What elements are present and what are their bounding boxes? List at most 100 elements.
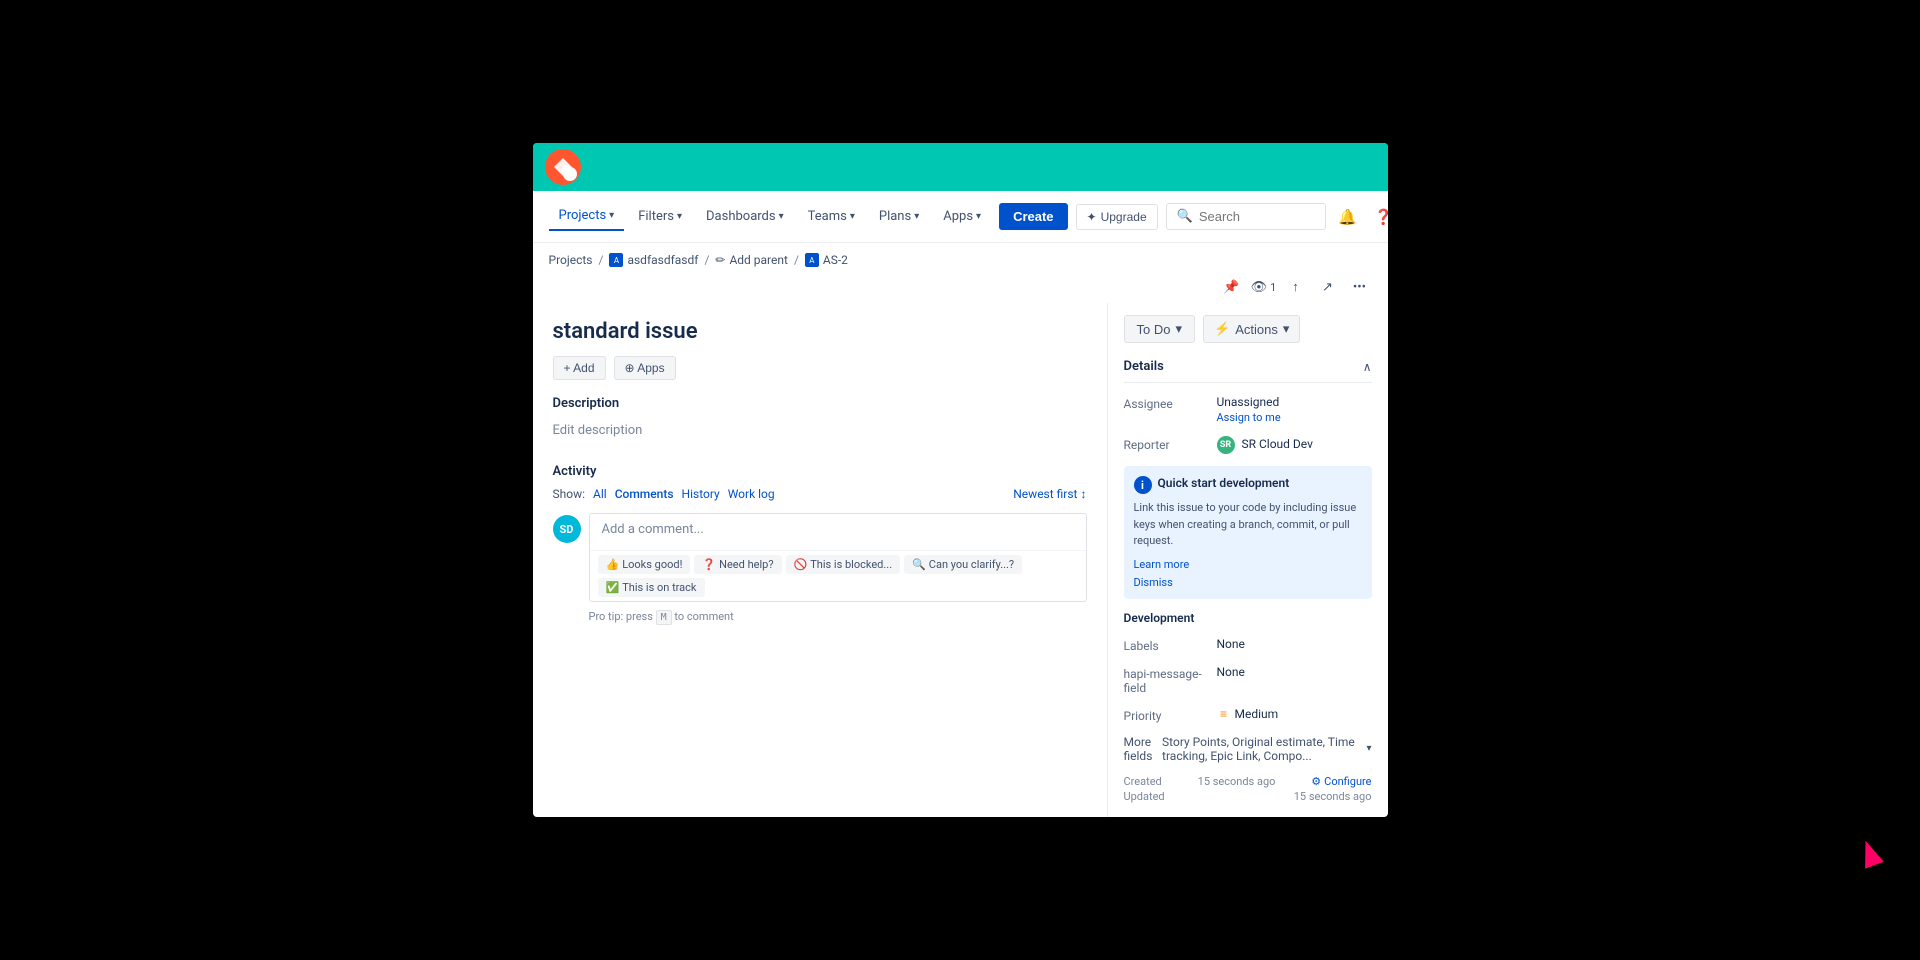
main-content: standard issue + Add ⊕ Apps Description … (533, 303, 1388, 817)
configure-icon: ⚙ (1311, 775, 1321, 788)
learn-more-link[interactable]: Learn more (1134, 558, 1190, 571)
search-icon: 🔍 (1177, 209, 1193, 224)
created-value: 15 seconds ago (1198, 775, 1276, 788)
quick-start-icon: i (1134, 476, 1152, 494)
status-button[interactable]: To Do ▾ (1124, 315, 1196, 343)
suggestion-need-help[interactable]: ❓ Need help? (694, 555, 781, 574)
issue-actions-row: + Add ⊕ Apps (553, 356, 1087, 380)
development-title: Development (1124, 611, 1372, 625)
jira-logo[interactable] (545, 149, 581, 185)
assignee-label: Assignee (1124, 395, 1209, 411)
hapi-value: None (1217, 665, 1372, 679)
pin-button[interactable]: 📌 (1220, 275, 1244, 299)
filter-history[interactable]: History (682, 487, 720, 501)
comment-input[interactable]: Add a comment... (590, 514, 1086, 550)
description-section-title: Description (553, 396, 1087, 411)
quick-start-box: i Quick start development Link this issu… (1124, 466, 1372, 599)
comment-avatar: SD (553, 515, 581, 543)
add-button[interactable]: + Add (553, 356, 606, 380)
suggestion-blocked[interactable]: 🚫 This is blocked... (786, 555, 901, 574)
configure-link[interactable]: ⚙ Configure (1311, 775, 1371, 788)
quick-start-desc: Link this issue to your code by includin… (1134, 500, 1362, 550)
dashboards-chevron-icon: ▾ (779, 211, 784, 222)
create-button[interactable]: Create (999, 203, 1067, 230)
edit-description[interactable]: Edit description (553, 417, 1087, 444)
filter-all[interactable]: All (593, 487, 607, 501)
upgrade-button[interactable]: ✦ Upgrade (1076, 204, 1158, 230)
apps-chevron-icon: ▾ (976, 211, 981, 222)
suggestion-clarify[interactable]: 🔍 Can you clarify...? (904, 555, 1022, 574)
top-bar (533, 143, 1388, 191)
more-button[interactable]: ••• (1348, 275, 1372, 299)
nav-projects[interactable]: Projects ▾ (549, 202, 625, 231)
nav-bar: Projects ▾ Filters ▾ Dashboards ▾ Teams … (533, 191, 1388, 243)
nav-teams[interactable]: Teams ▾ (798, 203, 865, 230)
project-icon: A (609, 253, 623, 267)
suggestion-on-track[interactable]: ✅ This is on track (598, 578, 705, 597)
created-row: Created 15 seconds ago ⚙ Configure (1124, 775, 1372, 788)
quick-start-links: Learn more (1134, 556, 1362, 572)
details-header: Details ∧ (1124, 359, 1372, 383)
details-title: Details (1124, 359, 1164, 374)
suggestion-looks-good[interactable]: 👍 Looks good! (598, 555, 691, 574)
issue-icon: A (805, 253, 819, 267)
vote-button[interactable]: ↑ (1284, 275, 1308, 299)
dismiss-link[interactable]: Dismiss (1134, 576, 1362, 589)
breadcrumb-add-parent[interactable]: ✏ Add parent (715, 253, 788, 267)
sort-icon: ↕ (1081, 487, 1087, 501)
apps-button[interactable]: ⊕ Apps (614, 356, 676, 380)
watch-button[interactable]: 👁 1 (1252, 275, 1276, 299)
reporter-value: SR SR Cloud Dev (1217, 436, 1372, 454)
nav-dashboards[interactable]: Dashboards ▾ (696, 203, 794, 230)
comment-suggestions: 👍 Looks good! ❓ Need help? 🚫 This is blo… (590, 550, 1086, 601)
help-button[interactable]: ❓ (1370, 203, 1388, 231)
reporter-row: Reporter SR SR Cloud Dev (1124, 436, 1372, 454)
issue-right: To Do ▾ ⚡ Actions ▾ Details ∧ Ass (1108, 303, 1388, 817)
upgrade-icon: ✦ (1087, 210, 1097, 224)
projects-chevron-icon: ▾ (609, 210, 614, 221)
assignee-row: Assignee Unassigned Assign to me (1124, 395, 1372, 424)
hapi-label: hapi-message-field (1124, 665, 1209, 695)
hapi-row: hapi-message-field None (1124, 665, 1372, 695)
filter-work-log[interactable]: Work log (728, 487, 775, 501)
notifications-button[interactable]: 🔔 (1334, 203, 1362, 231)
created-label: Created (1124, 775, 1162, 788)
labels-value: None (1217, 637, 1372, 651)
priority-medium-icon: ≡ (1217, 707, 1231, 721)
more-fields-detail: Story Points, Original estimate, Time tr… (1162, 735, 1362, 763)
nav-filters[interactable]: Filters ▾ (628, 203, 692, 230)
development-section: Development (1124, 611, 1372, 625)
issue-title: standard issue (553, 319, 1087, 344)
search-box[interactable]: 🔍 (1166, 203, 1326, 230)
updated-value: 15 seconds ago (1294, 790, 1372, 803)
nav-apps[interactable]: Apps ▾ (933, 203, 991, 230)
actions-chevron-icon: ▾ (1283, 321, 1290, 337)
comment-input-area[interactable]: Add a comment... 👍 Looks good! ❓ Need he… (589, 513, 1087, 602)
breadcrumb-projects[interactable]: Projects (549, 253, 593, 267)
nav-plans[interactable]: Plans ▾ (869, 203, 929, 230)
more-fields-button[interactable]: More fields Story Points, Original estim… (1124, 735, 1372, 763)
details-collapse-button[interactable]: ∧ (1363, 360, 1372, 374)
actions-button[interactable]: ⚡ Actions ▾ (1203, 315, 1300, 343)
newest-first-button[interactable]: Newest first ↕ (1013, 487, 1086, 501)
priority-row: Priority ≡ Medium (1124, 707, 1372, 723)
pro-tip-key: M (656, 610, 672, 625)
priority-value: ≡ Medium (1217, 707, 1279, 721)
actions-lightning-icon: ⚡ (1214, 321, 1230, 337)
search-input[interactable] (1199, 209, 1309, 224)
breadcrumb-project[interactable]: A asdfasdfasdf (609, 253, 698, 267)
share-button[interactable]: ↗ (1316, 275, 1340, 299)
breadcrumb-issue-key[interactable]: A AS-2 (805, 253, 848, 267)
reporter-label: Reporter (1124, 436, 1209, 452)
assignee-value: Unassigned Assign to me (1217, 395, 1372, 424)
assign-to-me-link[interactable]: Assign to me (1217, 411, 1372, 424)
pro-tip: Pro tip: press M to comment (553, 610, 1087, 623)
activity-section: Activity Show: All Comments History Work… (553, 464, 1087, 623)
filter-comments[interactable]: Comments (615, 487, 674, 501)
status-chevron-icon: ▾ (1175, 321, 1182, 337)
nav-right: ✦ Upgrade 🔍 🔔 ❓ ⚙ SR (1076, 203, 1388, 231)
quick-start-header: i Quick start development (1134, 476, 1362, 494)
status-actions-row: To Do ▾ ⚡ Actions ▾ (1124, 315, 1372, 343)
labels-row: Labels None (1124, 637, 1372, 653)
reporter-avatar: SR (1217, 436, 1235, 454)
